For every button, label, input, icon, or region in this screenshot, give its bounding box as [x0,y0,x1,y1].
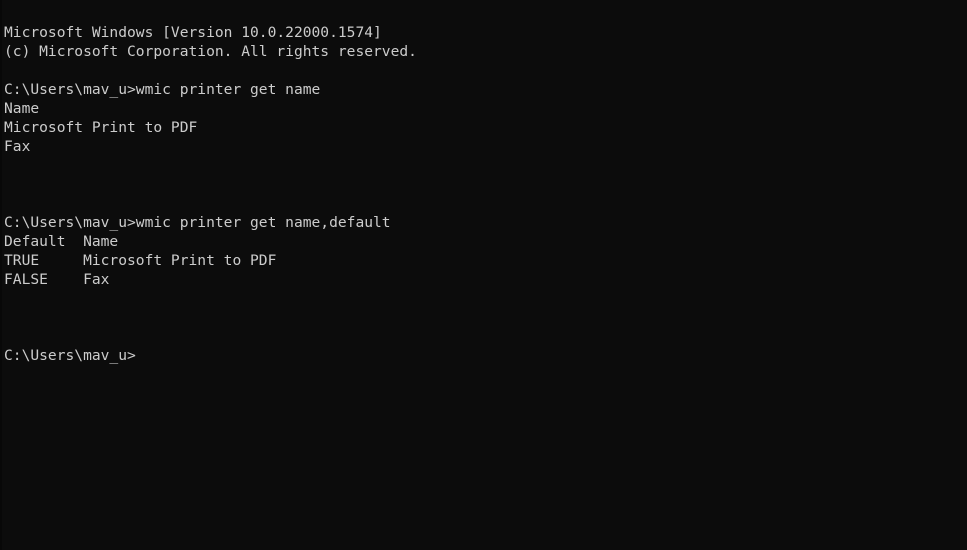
console-line-blank [4,289,967,308]
console-line-blank [4,175,967,194]
console-line-command: C:\Users\mav_u>wmic printer get name,def… [4,213,391,231]
console-line-blank [4,308,967,327]
console-line-output-row: Fax [4,137,31,155]
console-scroll-region[interactable]: Microsoft Windows [Version 10.0.22000.15… [0,0,967,550]
console-line-blank [4,327,967,346]
console-line: (c) Microsoft Corporation. All rights re… [4,42,417,60]
console-line-blank [4,194,967,213]
console-line-output-header: Name [4,99,40,117]
console-line-output-row: FALSE Fax [4,270,110,288]
console-line-output-header: Default Name [4,232,119,250]
console-line-output-row: Microsoft Print to PDF [4,118,198,136]
console-line-blank [4,61,967,80]
console-line-command: C:\Users\mav_u>wmic printer get name [4,80,321,98]
console-line-blank [4,156,967,175]
console-line-prompt[interactable]: C:\Users\mav_u> [4,346,967,365]
command-prompt-window[interactable]: Microsoft Windows [Version 10.0.22000.15… [0,0,967,550]
console-line: Microsoft Windows [Version 10.0.22000.15… [4,23,382,41]
console-line-output-row: TRUE Microsoft Print to PDF [4,251,277,269]
console-output-text[interactable]: Microsoft Windows [Version 10.0.22000.15… [0,15,967,550]
